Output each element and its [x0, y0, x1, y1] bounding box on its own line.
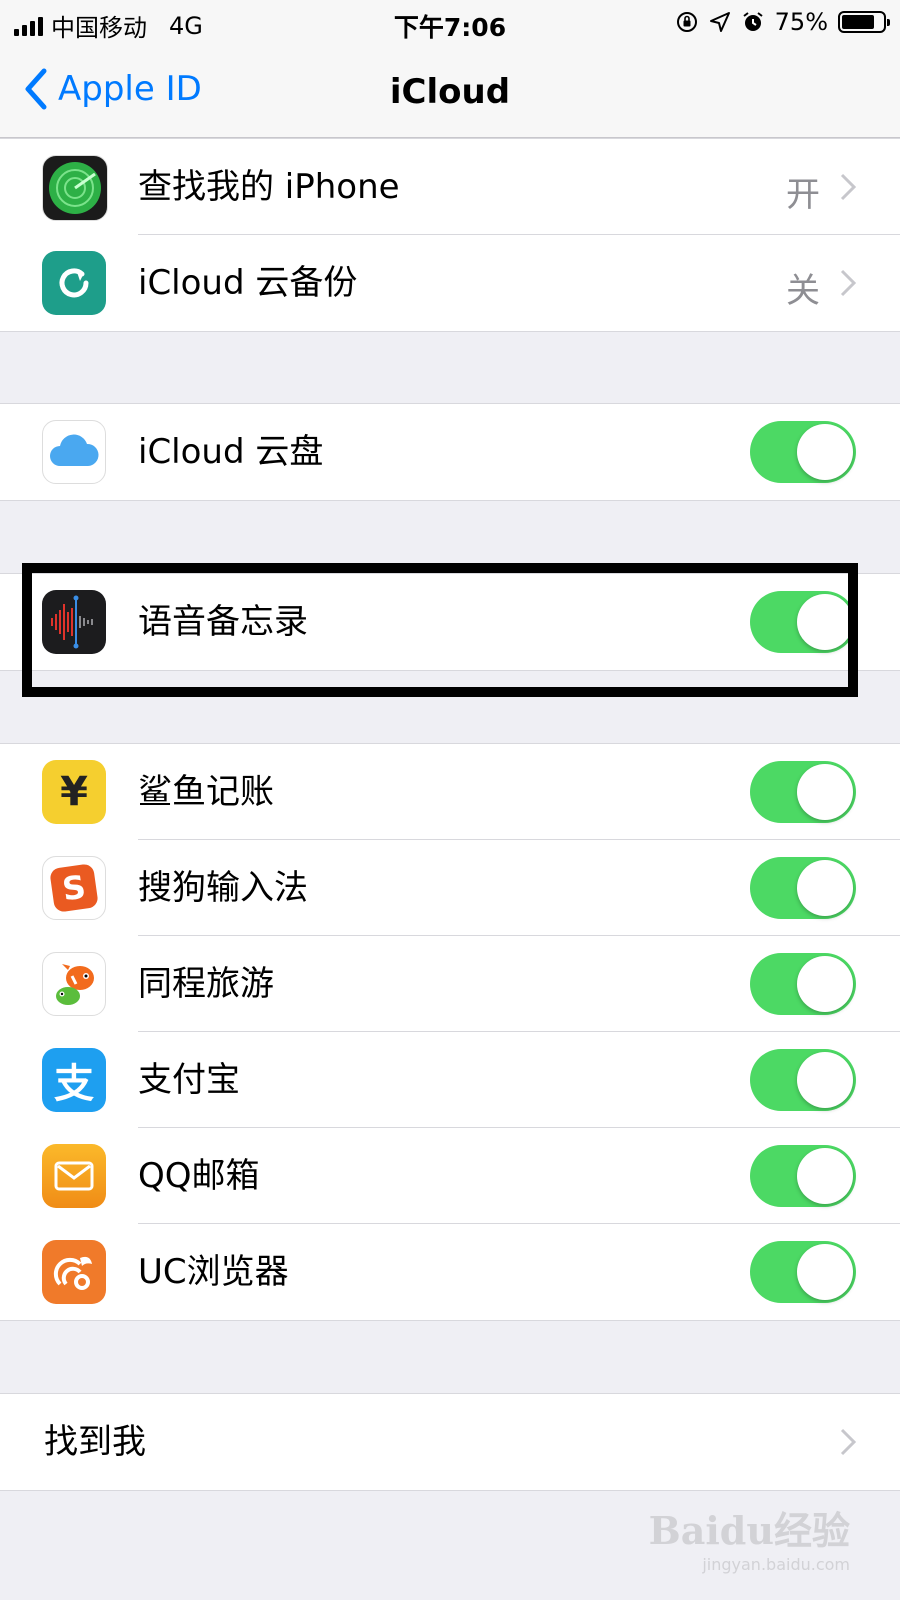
row-qq-mail: QQ邮箱 [0, 1128, 900, 1224]
chevron-right-icon [840, 1428, 856, 1456]
mail-icon [42, 1144, 106, 1208]
row-label: iCloud 云备份 [138, 263, 358, 303]
row-label: QQ邮箱 [138, 1156, 260, 1196]
row-label: iCloud 云盘 [138, 432, 324, 472]
battery-percent: 75% [774, 8, 828, 36]
tongcheng-fish-icon [42, 952, 106, 1016]
settings-group-find-backup: 查找我的 iPhone 开 iCloud 云备份 关 [0, 138, 900, 332]
yuan-icon: ¥ [42, 760, 106, 824]
settings-group-drive: iCloud 云盘 [0, 403, 900, 501]
settings-group-find-me: 找到我 [0, 1393, 900, 1491]
row-find-me[interactable]: 找到我 [0, 1394, 900, 1490]
status-bar: 中国移动 4G 下午7:06 75% [0, 0, 900, 46]
alarm-icon [743, 12, 763, 31]
row-label: 语音备忘录 [138, 602, 308, 642]
rotation-lock-icon [676, 12, 697, 32]
chevron-right-icon [840, 173, 856, 201]
tongcheng-toggle[interactable] [750, 953, 856, 1015]
location-icon [709, 12, 730, 32]
uc-browser-toggle[interactable] [750, 1241, 856, 1303]
watermark-logo: Baidu经验 [648, 1508, 850, 1553]
settings-group-apps: ¥ 鲨鱼记账 S 搜狗输入法 同程旅游 支 支付宝 QQ邮箱 UC浏览器 [0, 743, 900, 1321]
row-label: 找到我 [44, 1422, 146, 1462]
navigation-bar: Apple ID iCloud [0, 46, 900, 138]
chevron-right-icon [840, 269, 856, 297]
voice-memos-icon [42, 590, 106, 654]
icloud-drive-icon [42, 420, 106, 484]
row-label: 搜狗输入法 [138, 868, 308, 908]
row-label: 支付宝 [138, 1060, 240, 1100]
row-label: 鲨鱼记账 [138, 772, 274, 812]
voice-memos-toggle[interactable] [750, 591, 856, 653]
watermark: Baidu经验 jingyan.baidu.com [649, 1500, 850, 1574]
row-label: 同程旅游 [138, 964, 274, 1004]
row-sogou: S 搜狗输入法 [0, 840, 900, 936]
page-title: iCloud [389, 72, 511, 112]
row-uc-browser: UC浏览器 [0, 1224, 900, 1320]
uc-squirrel-icon [42, 1240, 106, 1304]
row-tongcheng: 同程旅游 [0, 936, 900, 1032]
watermark-url: jingyan.baidu.com [702, 1555, 850, 1574]
settings-group-voice-memos: 语音备忘录 [0, 573, 900, 671]
row-icloud-backup[interactable]: iCloud 云备份 关 [0, 235, 900, 331]
icloud-drive-toggle[interactable] [750, 421, 856, 483]
row-find-my-iphone[interactable]: 查找我的 iPhone 开 [0, 139, 900, 235]
row-icloud-drive: iCloud 云盘 [0, 404, 900, 500]
shark-ledger-toggle[interactable] [750, 761, 856, 823]
icloud-backup-icon [42, 251, 106, 315]
row-value: 关 [786, 271, 820, 311]
alipay-toggle[interactable] [750, 1049, 856, 1111]
row-label: UC浏览器 [138, 1252, 289, 1292]
row-shark-ledger: ¥ 鲨鱼记账 [0, 744, 900, 840]
row-voice-memos: 语音备忘录 [0, 574, 900, 670]
row-label: 查找我的 iPhone [138, 167, 400, 207]
row-alipay: 支 支付宝 [0, 1032, 900, 1128]
battery-icon [838, 11, 890, 33]
alipay-icon: 支 [42, 1048, 106, 1112]
status-right: 75% [675, 8, 890, 36]
sogou-icon: S [42, 856, 106, 920]
row-value: 开 [786, 175, 820, 215]
sogou-toggle[interactable] [750, 857, 856, 919]
qq-mail-toggle[interactable] [750, 1145, 856, 1207]
find-my-iphone-icon [42, 155, 108, 221]
